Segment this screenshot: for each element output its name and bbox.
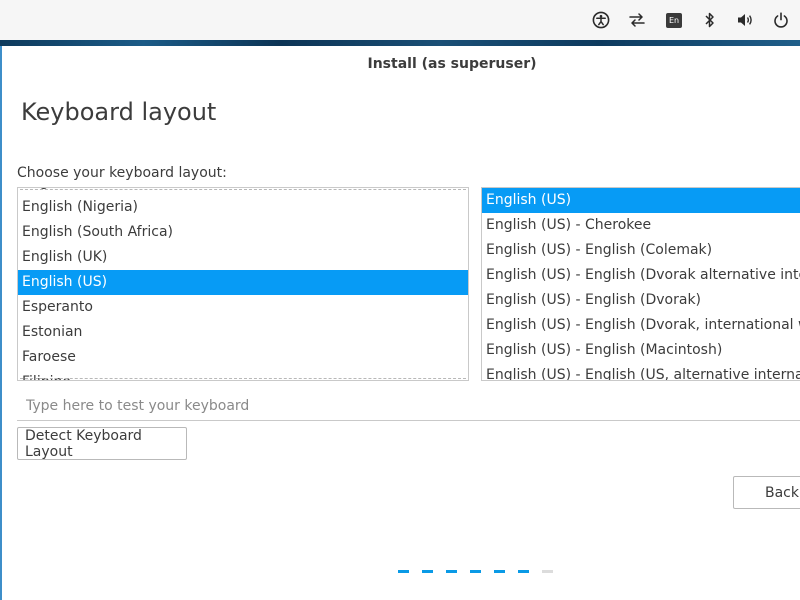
- variants-item[interactable]: English (US) - English (Dvorak): [482, 288, 800, 313]
- system-top-bar: En: [0, 0, 800, 40]
- back-button[interactable]: Back: [733, 476, 800, 509]
- progress-step: [542, 570, 553, 573]
- variants-item[interactable]: English (US): [482, 188, 800, 213]
- language-label: En: [666, 12, 682, 28]
- progress-step: [422, 570, 433, 573]
- layouts-item[interactable]: Filipino: [18, 370, 468, 380]
- progress-step: [494, 570, 505, 573]
- layouts-item[interactable]: English (South Africa): [18, 220, 468, 245]
- progress-step: [518, 570, 529, 573]
- variants-item[interactable]: English (US) - English (Macintosh): [482, 338, 800, 363]
- power-icon[interactable]: [771, 10, 791, 30]
- network-icon[interactable]: [627, 10, 647, 30]
- volume-icon[interactable]: [736, 10, 756, 30]
- installer-window: Install (as superuser) Keyboard layout C…: [0, 46, 800, 600]
- variants-item[interactable]: English (US) - Cherokee: [482, 213, 800, 238]
- layouts-item[interactable]: Esperanto: [18, 295, 468, 320]
- variants-item[interactable]: English (US) - English (US, alternative …: [482, 363, 800, 380]
- layout-list[interactable]: English (Ghana)English (Nigeria)English …: [17, 187, 469, 381]
- layouts-item[interactable]: English (Nigeria): [18, 195, 468, 220]
- layouts-item[interactable]: Faroese: [18, 345, 468, 370]
- layout-prompt: Choose your keyboard layout:: [17, 165, 227, 181]
- detect-keyboard-layout-button[interactable]: Detect Keyboard Layout: [17, 427, 187, 460]
- accessibility-icon[interactable]: [591, 10, 611, 30]
- window-title: Install (as superuser): [367, 56, 537, 72]
- variants-item[interactable]: English (US) - English (Dvorak, internat…: [482, 313, 800, 338]
- bluetooth-icon[interactable]: [700, 10, 720, 30]
- progress-step: [446, 570, 457, 573]
- variants-item[interactable]: English (US) - English (Dvorak alternati…: [482, 263, 800, 288]
- keyboard-test-input[interactable]: [17, 391, 800, 421]
- page-title: Keyboard layout: [21, 98, 217, 126]
- progress-step: [470, 570, 481, 573]
- variants-item[interactable]: English (US) - English (Colemak): [482, 238, 800, 263]
- layouts-item[interactable]: Estonian: [18, 320, 468, 345]
- progress-step: [398, 570, 409, 573]
- language-icon[interactable]: En: [664, 10, 684, 30]
- focus-outline: [20, 378, 466, 379]
- variant-list[interactable]: English (US) English (US) - Cherokee Engli…: [481, 187, 800, 381]
- focus-outline: [20, 189, 466, 190]
- layouts-item[interactable]: English (US): [18, 270, 468, 295]
- layouts-item[interactable]: English (UK): [18, 245, 468, 270]
